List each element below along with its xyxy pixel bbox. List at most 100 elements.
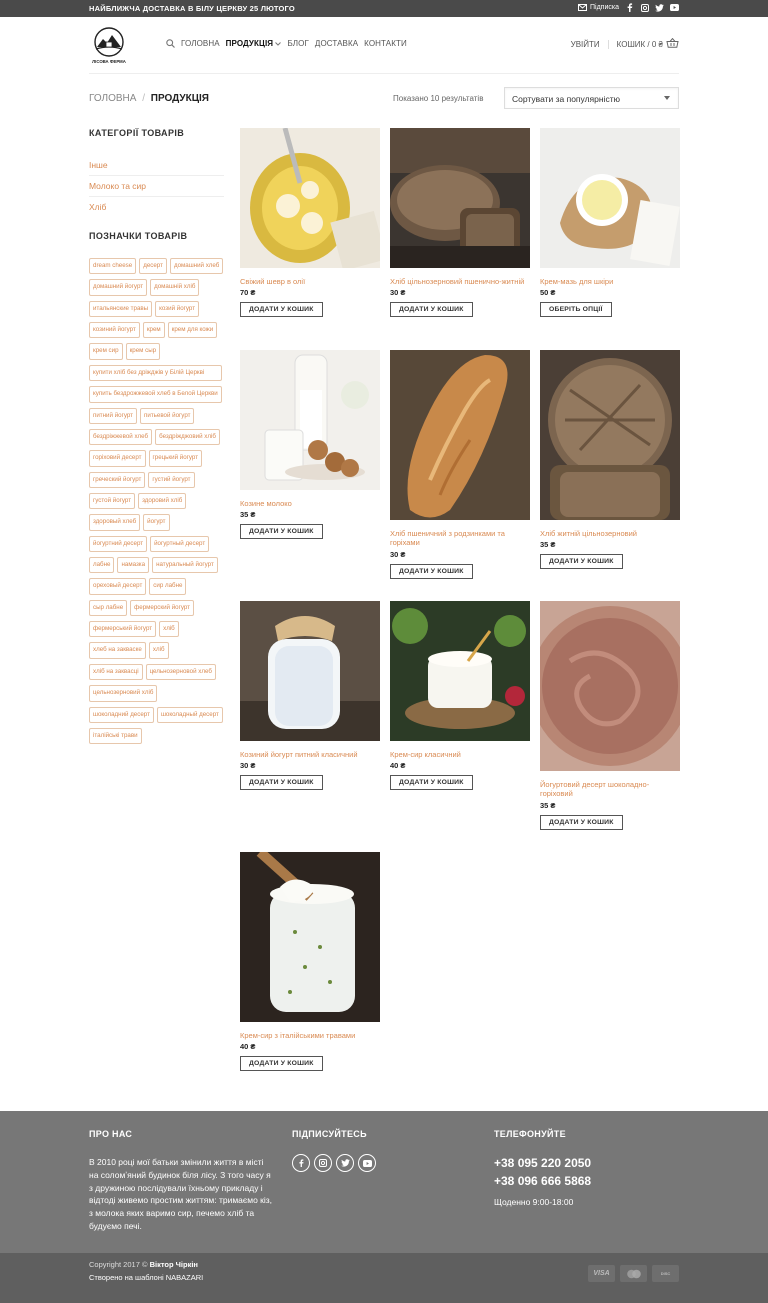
tag-item[interactable]: намазка <box>117 557 150 574</box>
product-name[interactable]: Крем-сир з італійськими травами <box>240 1031 380 1040</box>
tag-item[interactable]: хліб <box>148 642 169 659</box>
tag-item[interactable]: йогурт <box>143 514 170 531</box>
product-image[interactable] <box>390 128 530 268</box>
twitter-icon[interactable] <box>655 3 664 12</box>
login-link[interactable]: УВІЙТИ <box>571 39 609 49</box>
tag-item[interactable]: грецький йогурт <box>148 450 203 467</box>
search-icon[interactable] <box>166 39 175 48</box>
tag-item[interactable]: лабне <box>89 557 115 574</box>
tag-item[interactable]: фермерский йогурт <box>130 599 195 617</box>
tag-item[interactable]: хліб на заквасці <box>89 663 143 681</box>
tag-item[interactable]: хліб <box>159 621 179 638</box>
tag-item[interactable]: козиний йогурт <box>89 322 140 339</box>
tag-item[interactable]: сыр лабне <box>89 599 128 617</box>
product-name[interactable]: Свіжий шевр в олії <box>240 277 380 286</box>
product-image[interactable] <box>240 601 380 741</box>
category-item[interactable]: Молоко та сир <box>89 176 224 197</box>
tag-item[interactable]: домашний хлеб <box>169 258 224 275</box>
product-name[interactable]: Козиний йогурт питний класичний <box>240 750 380 759</box>
phone-number-1[interactable]: +38 095 220 2050 <box>494 1156 591 1170</box>
nav-item-home[interactable]: ГОЛОВНА <box>181 39 220 48</box>
facebook-icon[interactable] <box>625 3 634 12</box>
tag-item[interactable]: йогуртний десерт <box>89 535 148 553</box>
tag-item[interactable]: домашній хліб <box>150 279 200 296</box>
product-image[interactable] <box>540 601 680 771</box>
subscribe-link[interactable]: Підписка <box>578 3 619 12</box>
tag-item[interactable]: козий йогурт <box>155 300 200 318</box>
category-item[interactable]: Хліб <box>89 197 224 218</box>
tag-item[interactable]: крем сыр <box>125 343 161 360</box>
tag-item[interactable]: цельнозерновой хлеб <box>145 663 216 681</box>
tag-item[interactable]: крем для кожи <box>167 322 218 339</box>
product-name[interactable]: Крем-сир класичний <box>390 750 530 759</box>
copyright-name[interactable]: Віктор Чіркін <box>150 1260 198 1269</box>
tag-item[interactable]: купити хліб без дріжджів у Білій Церкві <box>89 364 222 382</box>
phone-number-2[interactable]: +38 096 666 5868 <box>494 1174 591 1188</box>
tag-item[interactable]: крем <box>142 322 165 339</box>
facebook-icon[interactable] <box>292 1154 310 1172</box>
nav-item-blog[interactable]: БЛОГ <box>287 39 308 48</box>
tag-item[interactable]: питьевой йогурт <box>140 407 195 424</box>
add-to-cart-button[interactable]: ОБЕРІТЬ ОПЦІЇ <box>540 302 612 318</box>
tag-item[interactable]: домашний йогурт <box>89 279 148 296</box>
add-to-cart-button[interactable]: ДОДАТИ У КОШИК <box>390 775 473 791</box>
instagram-icon[interactable] <box>314 1154 332 1172</box>
tag-item[interactable]: цельнозерновий хліб <box>89 685 158 702</box>
twitter-icon[interactable] <box>336 1154 354 1172</box>
product-image[interactable] <box>240 852 380 1022</box>
tag-item[interactable]: шоколадний десерт <box>89 706 154 723</box>
youtube-icon[interactable] <box>670 3 679 12</box>
product-image[interactable] <box>540 128 680 268</box>
add-to-cart-button[interactable]: ДОДАТИ У КОШИК <box>540 814 623 830</box>
tag-item[interactable]: хлеб на закваске <box>89 642 146 659</box>
tag-item[interactable]: десерт <box>139 258 167 275</box>
tag-item[interactable]: итальянские травы <box>89 300 153 318</box>
product-name[interactable]: Йогуртовий десерт шоколадно-горіховий <box>540 780 680 799</box>
product-image[interactable] <box>390 601 530 741</box>
tag-item[interactable]: бездріжджовий хліб <box>155 428 220 446</box>
tag-item[interactable]: сир лабне <box>149 578 187 595</box>
tag-item[interactable]: італійські трави <box>89 727 142 745</box>
tag-item[interactable]: бездріжжевой хлеб <box>89 428 153 446</box>
add-to-cart-button[interactable]: ДОДАТИ У КОШИК <box>540 554 623 570</box>
product-name[interactable]: Хліб житній цільнозерновий <box>540 529 680 538</box>
tag-item[interactable]: здоровый хлеб <box>89 514 141 531</box>
product-name[interactable]: Хліб пшеничний з родзинками та горіхами <box>390 529 530 548</box>
tag-item[interactable]: густий йогурт <box>148 471 195 488</box>
add-to-cart-button[interactable]: ДОДАТИ У КОШИК <box>240 524 323 540</box>
site-logo[interactable]: ЛІСОВА ФЕРМА <box>89 25 131 67</box>
add-to-cart-button[interactable]: ДОДАТИ У КОШИК <box>390 302 473 318</box>
tag-item[interactable]: ореховый десерт <box>89 578 147 595</box>
tag-item[interactable]: здоровий хліб <box>138 492 187 510</box>
tag-item[interactable]: купить бездрожжевой хлеб в Белой Церкви <box>89 386 222 403</box>
product-name[interactable]: Козине молоко <box>240 499 380 508</box>
tag-item[interactable]: dream cheese <box>89 258 137 275</box>
instagram-icon[interactable] <box>640 3 649 12</box>
tag-item[interactable]: густой йогурт <box>89 492 136 510</box>
product-image[interactable] <box>390 350 530 520</box>
product-name[interactable]: Крем-мазь для шкіри <box>540 277 680 286</box>
product-image[interactable] <box>240 350 380 490</box>
tag-item[interactable]: горіховий десерт <box>89 450 146 467</box>
cart-link[interactable]: КОШИК / 0 ₴ <box>617 37 679 50</box>
tag-item[interactable]: питний йогурт <box>89 407 138 424</box>
sort-select[interactable]: Сортувати за популярністю <box>504 87 679 109</box>
nav-item-products[interactable]: ПРОДУКЦІЯ <box>226 39 282 48</box>
product-image[interactable] <box>540 350 680 520</box>
product-image[interactable] <box>240 128 380 268</box>
add-to-cart-button[interactable]: ДОДАТИ У КОШИК <box>390 563 473 579</box>
tag-item[interactable]: фермерський йогурт <box>89 621 157 638</box>
add-to-cart-button[interactable]: ДОДАТИ У КОШИК <box>240 775 323 791</box>
tag-item[interactable]: шоколадный десерт <box>156 706 223 723</box>
product-name[interactable]: Хліб цільнозерновий пшенично-житній <box>390 277 530 286</box>
category-item[interactable]: Інше <box>89 155 224 176</box>
nav-item-contacts[interactable]: КОНТАКТИ <box>364 39 407 48</box>
tag-item[interactable]: крем сир <box>89 343 123 360</box>
youtube-icon[interactable] <box>358 1154 376 1172</box>
nav-item-delivery[interactable]: ДОСТАВКА <box>315 39 358 48</box>
add-to-cart-button[interactable]: ДОДАТИ У КОШИК <box>240 302 323 318</box>
tag-item[interactable]: йогуртный десерт <box>150 535 210 553</box>
breadcrumb-home[interactable]: ГОЛОВНА <box>89 93 136 104</box>
add-to-cart-button[interactable]: ДОДАТИ У КОШИК <box>240 1056 323 1072</box>
tag-item[interactable]: греческий йогурт <box>89 471 146 488</box>
